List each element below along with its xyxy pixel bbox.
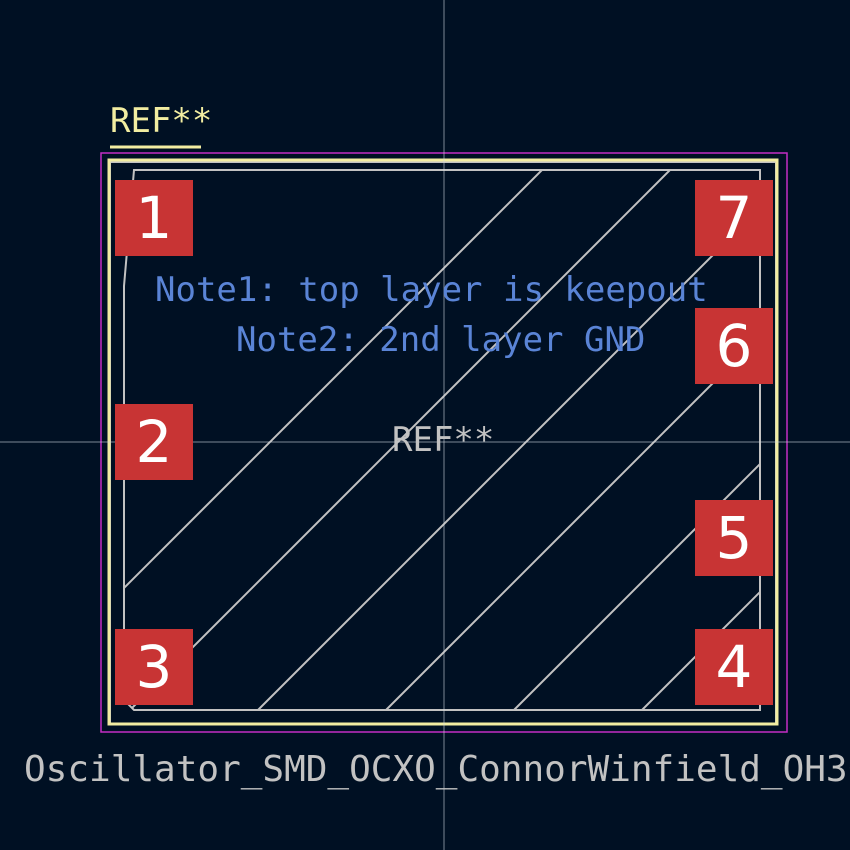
footprint-value-label[interactable]: Oscillator_SMD_OCXO_ConnorWinfield_OH300: [24, 752, 850, 788]
keepout-note-2[interactable]: Note2: 2nd layer GND: [236, 323, 645, 357]
pad-number: 2: [135, 408, 173, 476]
hatch-line: [770, 150, 850, 710]
pad-number: 7: [715, 184, 753, 252]
pad-6[interactable]: 6: [695, 308, 773, 384]
pad-number: 6: [715, 312, 753, 380]
pad-3[interactable]: 3: [115, 629, 193, 705]
keepout-note-1[interactable]: Note1: top layer is keepout: [155, 273, 708, 307]
pad-2[interactable]: 2: [115, 404, 193, 480]
pad-number: 1: [135, 184, 173, 252]
silkscreen-reference[interactable]: REF**: [110, 104, 212, 138]
pad-number: 4: [715, 633, 753, 701]
pad-5[interactable]: 5: [695, 500, 773, 576]
fab-reference[interactable]: REF**: [392, 423, 494, 457]
pad-number: 5: [715, 504, 753, 572]
pad-1[interactable]: 1: [115, 180, 193, 256]
pad-7[interactable]: 7: [695, 180, 773, 256]
pad-number: 3: [135, 633, 173, 701]
pad-4[interactable]: 4: [695, 629, 773, 705]
hatch-line: [513, 170, 760, 710]
